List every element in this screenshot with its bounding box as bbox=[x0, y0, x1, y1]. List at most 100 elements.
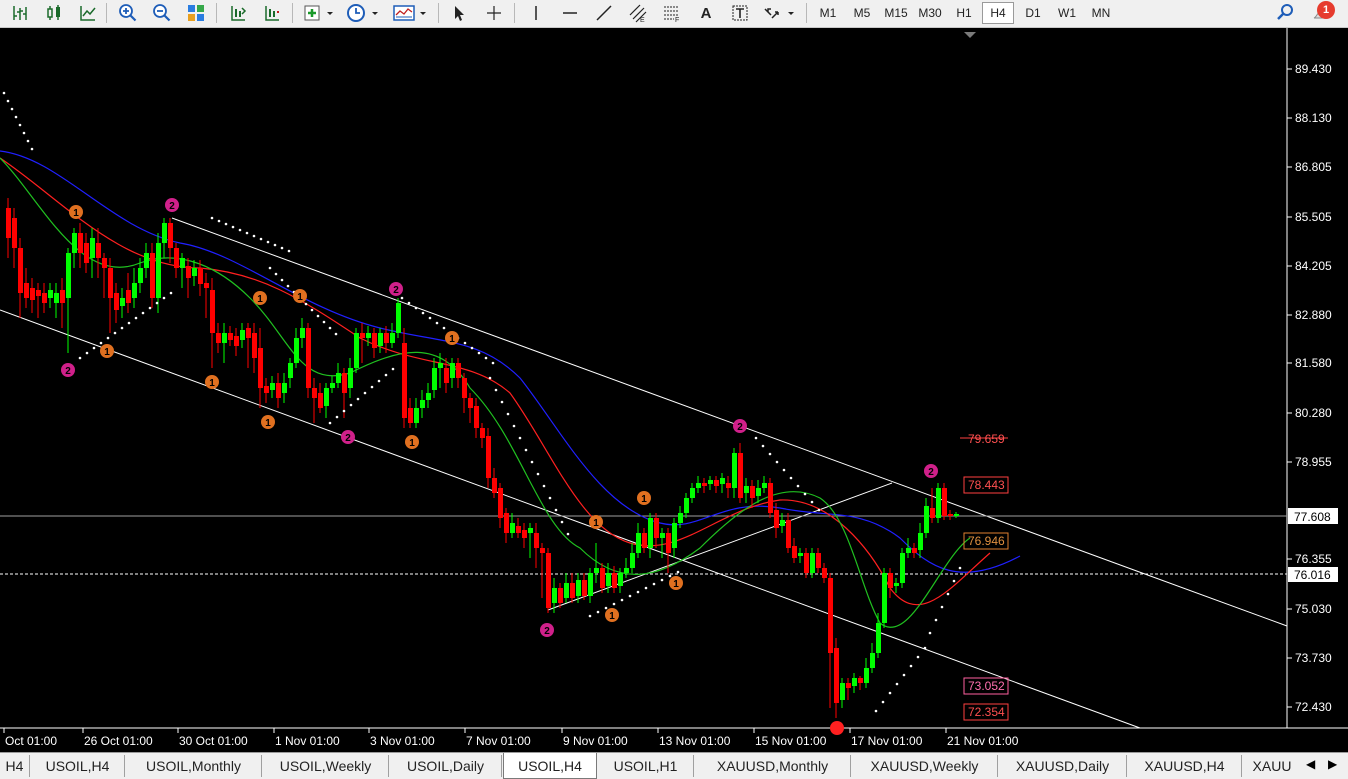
candle-body bbox=[354, 333, 359, 368]
sar-dot bbox=[26, 139, 30, 143]
horizontal-line-icon[interactable] bbox=[556, 2, 584, 24]
tab-h4-partial[interactable]: H4 bbox=[0, 755, 30, 777]
candle-body bbox=[486, 436, 491, 478]
timeframe-m1[interactable]: M1 bbox=[812, 2, 844, 24]
sar-dot bbox=[421, 311, 425, 315]
tab-scroll-right-icon[interactable]: ▶ bbox=[1328, 757, 1337, 771]
sar-dot bbox=[554, 508, 558, 512]
ma-blue-line bbox=[0, 150, 1021, 573]
cursor-arrow-icon[interactable] bbox=[446, 2, 474, 24]
sar-dot bbox=[909, 664, 913, 668]
bar-chart-icon[interactable] bbox=[6, 2, 34, 24]
candle-body bbox=[828, 578, 833, 653]
tab-xauusd-monthly[interactable]: XAUUSD,Monthly bbox=[695, 755, 851, 777]
trendline-icon[interactable] bbox=[590, 2, 618, 24]
candle-body bbox=[588, 573, 593, 596]
sar-dot bbox=[470, 346, 474, 350]
tab-usoil-monthly[interactable]: USOIL,Monthly bbox=[126, 755, 262, 777]
time-axis-label: 30 Oct 01:00 bbox=[179, 734, 248, 748]
text-tool-icon[interactable]: A bbox=[692, 2, 720, 24]
candle-body bbox=[942, 488, 947, 516]
sar-dot bbox=[162, 296, 166, 300]
search-icon[interactable] bbox=[1272, 2, 1298, 24]
sar-dot bbox=[85, 351, 89, 355]
autoscroll-icon[interactable] bbox=[258, 2, 286, 24]
fib-value-text: 76.946 bbox=[968, 534, 1005, 548]
candle-body bbox=[546, 553, 551, 608]
timeframe-m5[interactable]: M5 bbox=[846, 2, 878, 24]
sar-dot bbox=[934, 618, 938, 622]
candle-body bbox=[786, 520, 791, 548]
timeframe-h1[interactable]: H1 bbox=[948, 2, 980, 24]
templates-menu-icon[interactable] bbox=[390, 2, 430, 24]
tab-usoil-weekly[interactable]: USOIL,Weekly bbox=[263, 755, 389, 777]
timeframe-d1[interactable]: D1 bbox=[1017, 2, 1049, 24]
equidistant-channel-icon[interactable]: E bbox=[624, 2, 652, 24]
timeframe-m30[interactable]: M30 bbox=[914, 2, 946, 24]
text-label-icon[interactable] bbox=[726, 2, 754, 24]
tab-xauusd-h4[interactable]: XAUUSD,H4 bbox=[1128, 755, 1242, 777]
candle-body bbox=[282, 383, 287, 393]
sar-dot bbox=[488, 376, 492, 380]
vertical-line-icon[interactable] bbox=[522, 2, 550, 24]
sar-dot bbox=[10, 107, 14, 111]
tab-xauusd-partial[interactable]: XAUU bbox=[1243, 755, 1301, 777]
sar-dot bbox=[548, 496, 552, 500]
crosshair-icon[interactable] bbox=[480, 2, 508, 24]
tab-scroll-left-icon[interactable]: ◀ bbox=[1306, 757, 1315, 771]
arrows-menu-icon[interactable] bbox=[760, 2, 798, 24]
candle-body bbox=[258, 348, 263, 388]
candle-body bbox=[450, 363, 455, 378]
tab-xauusd-daily[interactable]: XAUUSD,Daily bbox=[999, 755, 1127, 777]
candle-body bbox=[894, 583, 899, 586]
sar-dot bbox=[660, 578, 664, 582]
tab-xauusd-weekly[interactable]: XAUUSD,Weekly bbox=[852, 755, 998, 777]
price-chart[interactable]: 1 2 1 2 1 1 1 1 2 2 1 1 2 1 1 1 1 2 2 79.659 78.443 76.946… bbox=[0, 28, 1348, 752]
sar-dot bbox=[259, 237, 263, 241]
tile-windows-icon[interactable] bbox=[182, 2, 210, 24]
candle-body bbox=[678, 513, 683, 523]
indicators-menu-icon[interactable] bbox=[300, 2, 338, 24]
candle-body bbox=[816, 553, 821, 568]
candle-body bbox=[684, 498, 689, 513]
candlesticks bbox=[6, 198, 959, 718]
fibonacci-icon[interactable]: F bbox=[658, 2, 686, 24]
timeframe-w1[interactable]: W1 bbox=[1051, 2, 1083, 24]
candle-body bbox=[204, 283, 209, 288]
current-price-text: 77.608 bbox=[1294, 510, 1331, 524]
price-axis-label: 73.730 bbox=[1295, 651, 1332, 665]
time-axis-label: 26 Oct 01:00 bbox=[84, 734, 153, 748]
tab-usoil-h1[interactable]: USOIL,H1 bbox=[598, 755, 694, 777]
candle-body bbox=[438, 363, 443, 368]
sar-dot bbox=[902, 673, 906, 677]
tab-usoil-h4-active[interactable]: USOIL,H4 bbox=[503, 753, 597, 779]
wave-label-text: 1 bbox=[409, 438, 415, 449]
tab-usoil-h4[interactable]: USOIL,H4 bbox=[31, 755, 125, 777]
candle-body bbox=[36, 290, 41, 296]
sar-dot bbox=[754, 436, 758, 440]
candle-body bbox=[24, 283, 29, 298]
timeframe-m15[interactable]: M15 bbox=[880, 2, 912, 24]
candle-body bbox=[792, 546, 797, 558]
candle-body bbox=[930, 508, 935, 518]
line-chart-icon[interactable] bbox=[74, 2, 102, 24]
candle-body bbox=[180, 258, 185, 268]
wave-label-text: 1 bbox=[449, 334, 455, 345]
sar-dot bbox=[252, 234, 256, 238]
timeframe-mn[interactable]: MN bbox=[1085, 2, 1117, 24]
candle-body bbox=[900, 553, 905, 583]
zoom-in-icon[interactable] bbox=[114, 2, 142, 24]
candlestick-chart-icon[interactable] bbox=[40, 2, 68, 24]
sar-dot bbox=[316, 314, 320, 318]
sar-dot bbox=[491, 361, 495, 365]
chart-shift-icon[interactable] bbox=[224, 2, 252, 24]
periods-menu-icon[interactable] bbox=[344, 2, 382, 24]
tab-usoil-daily[interactable]: USOIL,Daily bbox=[390, 755, 502, 777]
chart-canvas[interactable]: 1 2 1 2 1 1 1 1 2 2 1 1 2 1 1 1 1 2 2 79.659 78.443 76.946… bbox=[0, 28, 1348, 752]
candle-body bbox=[522, 530, 527, 538]
zoom-out-icon[interactable] bbox=[148, 2, 176, 24]
fib-label-76946: 76.946 bbox=[963, 532, 1009, 550]
candle-body bbox=[414, 408, 419, 423]
candle-body bbox=[42, 293, 47, 303]
timeframe-h4[interactable]: H4 bbox=[982, 2, 1014, 24]
